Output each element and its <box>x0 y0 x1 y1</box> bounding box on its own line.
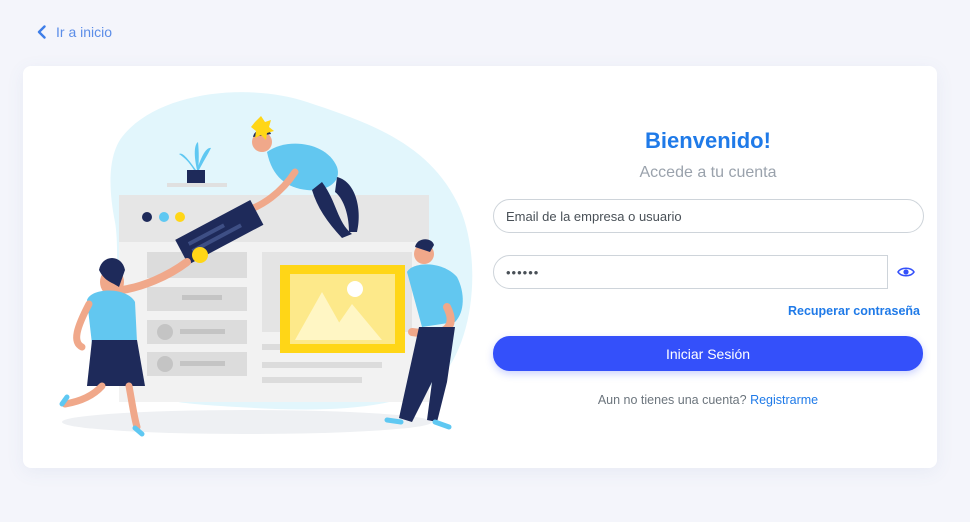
welcome-title: Bienvenido! <box>645 128 771 153</box>
register-link[interactable]: Registrarme <box>750 393 818 407</box>
login-form: Bienvenido! Accede a tu cuenta Recuperar… <box>493 66 933 468</box>
recover-password-link[interactable]: Recuperar contraseña <box>788 304 920 318</box>
password-field[interactable] <box>493 255 888 289</box>
password-row <box>493 255 924 289</box>
chevron-left-icon <box>37 25 46 39</box>
back-link-label: Ir a inicio <box>56 24 113 40</box>
eye-icon <box>897 267 915 277</box>
back-to-home-link[interactable]: Ir a inicio <box>36 24 112 40</box>
register-row: Aun no tienes una cuenta? Registrarme <box>493 393 923 407</box>
welcome-subtitle: Accede a tu cuenta <box>639 164 777 181</box>
toggle-password-button[interactable] <box>896 262 916 282</box>
login-card: Bienvenido! Accede a tu cuenta Recuperar… <box>23 66 937 468</box>
login-illustration <box>59 92 473 437</box>
login-button[interactable]: Iniciar Sesión <box>493 336 923 371</box>
email-field[interactable] <box>493 199 924 233</box>
register-prompt: Aun no tienes una cuenta? <box>597 393 747 407</box>
